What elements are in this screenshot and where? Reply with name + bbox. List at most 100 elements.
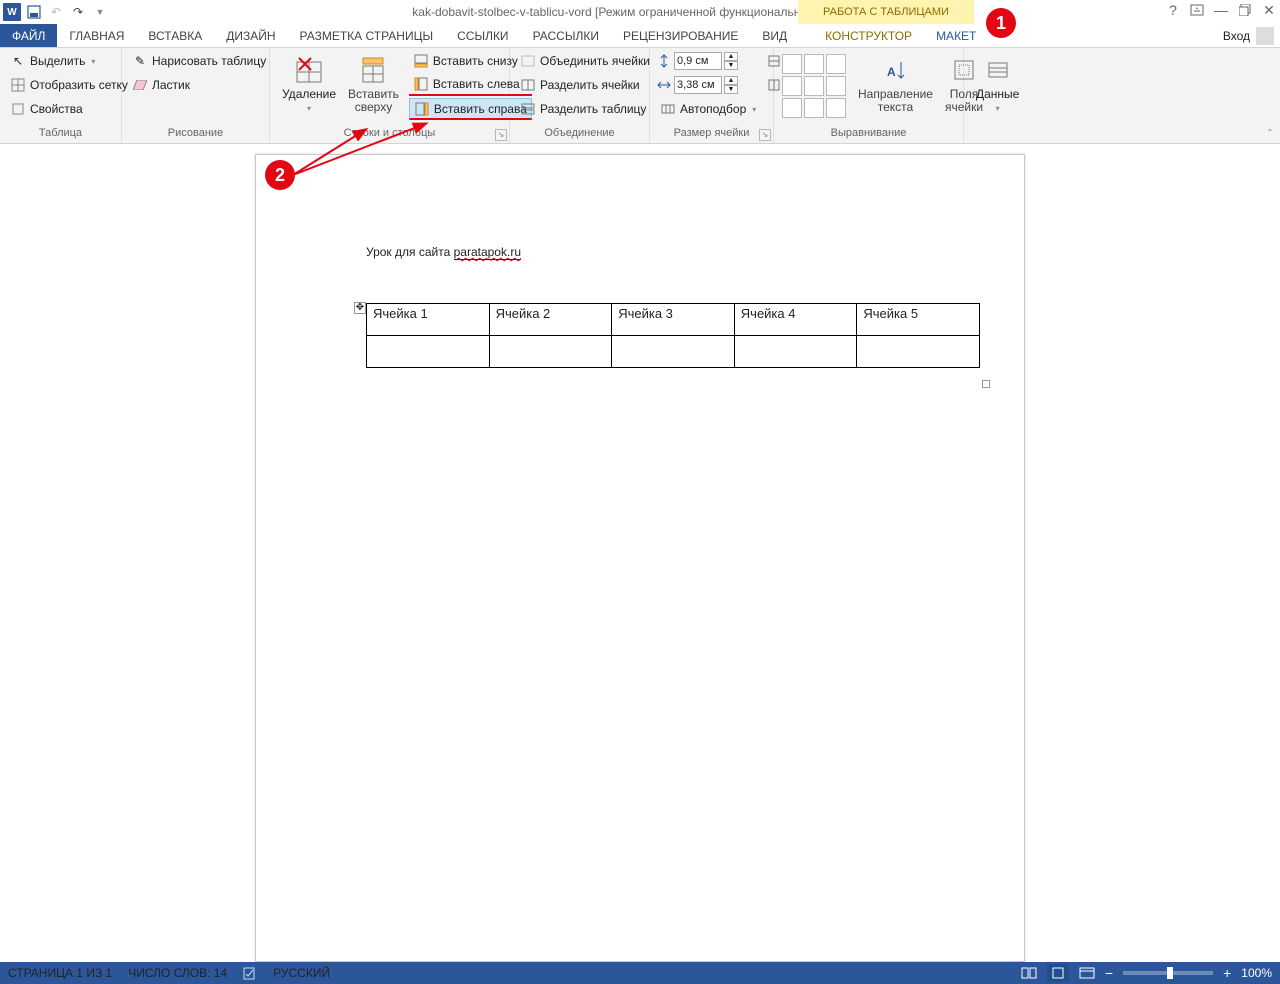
close-icon[interactable]: ✕ bbox=[1260, 2, 1278, 18]
rowscols-launcher[interactable]: ↘ bbox=[495, 129, 507, 141]
annotation-1: 1 bbox=[986, 8, 1016, 38]
tab-view[interactable]: ВИД bbox=[750, 24, 799, 47]
status-words[interactable]: ЧИСЛО СЛОВ: 14 bbox=[128, 966, 227, 980]
text-direction-button[interactable]: A Направление текста bbox=[852, 50, 939, 114]
tab-page-layout[interactable]: РАЗМЕТКА СТРАНИЦЫ bbox=[288, 24, 446, 47]
page[interactable]: Урок для сайта paratapok.ru ✥ Ячейка 1 Я… bbox=[255, 154, 1025, 962]
autofit-button[interactable]: Автоподбор▾ bbox=[656, 98, 760, 120]
collapse-ribbon-icon[interactable]: ˆ bbox=[1268, 127, 1272, 141]
document-view: Урок для сайта paratapok.ru ✥ Ячейка 1 Я… bbox=[0, 144, 1280, 962]
tab-review[interactable]: РЕЦЕНЗИРОВАНИЕ bbox=[611, 24, 750, 47]
tab-design[interactable]: ДИЗАЙН bbox=[214, 24, 287, 47]
tab-references[interactable]: ССЫЛКИ bbox=[445, 24, 520, 47]
zoom-in-icon[interactable]: + bbox=[1223, 965, 1231, 981]
status-proofing-icon[interactable] bbox=[243, 966, 257, 980]
table-row[interactable]: Ячейка 1 Ячейка 2 Ячейка 3 Ячейка 4 Ячей… bbox=[367, 304, 980, 336]
group-rows-cols: Удаление▾ Вставить сверху Вставить снизу… bbox=[270, 48, 510, 143]
table-resize-handle[interactable] bbox=[982, 380, 990, 388]
title-bar: W ↶ ↷ ▼ kak-dobavit-stolbec-v-tablicu-vo… bbox=[0, 0, 1280, 24]
quick-access-toolbar: W ↶ ↷ ▼ bbox=[0, 2, 110, 22]
table-cell[interactable] bbox=[734, 336, 857, 368]
group-table: ↖Выделить▾ Отобразить сетку Свойства Таб… bbox=[0, 48, 122, 143]
pencil-icon: ✎ bbox=[132, 53, 148, 69]
table-cell[interactable] bbox=[489, 336, 612, 368]
heading-link: paratapok.ru bbox=[454, 245, 521, 260]
table-cell[interactable]: Ячейка 3 bbox=[612, 304, 735, 336]
group-label-cellsize: Размер ячейки bbox=[656, 127, 767, 143]
status-language[interactable]: РУССКИЙ bbox=[273, 966, 330, 980]
tab-maket[interactable]: МАКЕТ bbox=[924, 24, 988, 47]
split-table-icon bbox=[520, 101, 536, 117]
group-label-draw: Рисование bbox=[128, 127, 263, 143]
table-tools-label: РАБОТА С ТАБЛИЦАМИ bbox=[798, 0, 974, 24]
avatar-icon bbox=[1256, 27, 1274, 45]
text-direction-icon: A bbox=[879, 54, 911, 86]
data-button[interactable]: Данные▾ bbox=[970, 50, 1025, 115]
table-move-handle[interactable]: ✥ bbox=[354, 302, 366, 314]
data-icon bbox=[982, 54, 1014, 86]
status-page[interactable]: СТРАНИЦА 1 ИЗ 1 bbox=[8, 966, 112, 980]
group-data: Данные▾ bbox=[964, 48, 1020, 143]
table-cell[interactable]: Ячейка 1 bbox=[367, 304, 490, 336]
row-height-input[interactable]: ▲▼ bbox=[656, 50, 760, 72]
page-heading: Урок для сайта paratapok.ru bbox=[366, 235, 914, 263]
minimize-icon[interactable]: — bbox=[1212, 2, 1230, 18]
tab-konstruktor[interactable]: КОНСТРУКТОР bbox=[813, 24, 924, 47]
merge-cells-button: Объединить ячейки bbox=[516, 50, 654, 72]
redo-icon[interactable]: ↷ bbox=[68, 2, 88, 22]
properties-button[interactable]: Свойства bbox=[6, 98, 132, 120]
group-label-rowscols: Строки и столбцы bbox=[276, 127, 503, 143]
view-print-icon[interactable] bbox=[1047, 964, 1069, 982]
autofit-icon bbox=[660, 101, 676, 117]
ribbon-options-icon[interactable] bbox=[1188, 2, 1206, 18]
insert-below-icon bbox=[413, 53, 429, 69]
split-table-button[interactable]: Разделить таблицу bbox=[516, 98, 654, 120]
group-label-table: Таблица bbox=[6, 127, 115, 143]
zoom-out-icon[interactable]: − bbox=[1105, 965, 1113, 981]
cellsize-launcher[interactable]: ↘ bbox=[759, 129, 771, 141]
col-width-field[interactable] bbox=[674, 76, 722, 94]
sign-in[interactable]: Вход bbox=[1223, 24, 1274, 48]
qat-dropdown-icon[interactable]: ▼ bbox=[90, 2, 110, 22]
window-controls: ? — ✕ bbox=[1164, 2, 1278, 18]
document-table[interactable]: Ячейка 1 Ячейка 2 Ячейка 3 Ячейка 4 Ячей… bbox=[366, 303, 980, 368]
tab-home[interactable]: ГЛАВНАЯ bbox=[57, 24, 136, 47]
table-row[interactable] bbox=[367, 336, 980, 368]
tab-insert[interactable]: ВСТАВКА bbox=[136, 24, 214, 47]
table-cell[interactable] bbox=[367, 336, 490, 368]
help-icon[interactable]: ? bbox=[1164, 2, 1182, 18]
row-height-field[interactable] bbox=[674, 52, 722, 70]
view-web-icon[interactable] bbox=[1079, 966, 1095, 980]
zoom-slider[interactable] bbox=[1123, 971, 1213, 975]
view-read-icon[interactable] bbox=[1021, 966, 1037, 980]
select-button[interactable]: ↖Выделить▾ bbox=[6, 50, 132, 72]
height-spinner[interactable]: ▲▼ bbox=[724, 52, 738, 70]
insert-above-button[interactable]: Вставить сверху bbox=[342, 50, 405, 114]
sign-in-label: Вход bbox=[1223, 29, 1250, 43]
table-cell[interactable] bbox=[612, 336, 735, 368]
undo-icon[interactable]: ↶ bbox=[46, 2, 66, 22]
cursor-icon: ↖ bbox=[10, 53, 26, 69]
tab-mailings[interactable]: РАССЫЛКИ bbox=[521, 24, 611, 47]
delete-button[interactable]: Удаление▾ bbox=[276, 50, 342, 115]
split-cells-button[interactable]: Разделить ячейки bbox=[516, 74, 654, 96]
eraser-button[interactable]: Ластик bbox=[128, 74, 270, 96]
tab-file[interactable]: ФАЙЛ bbox=[0, 24, 57, 47]
alignment-grid[interactable] bbox=[782, 54, 846, 118]
width-spinner[interactable]: ▲▼ bbox=[724, 76, 738, 94]
group-label-merge: Объединение bbox=[516, 127, 643, 143]
table-cell[interactable]: Ячейка 5 bbox=[857, 304, 980, 336]
table-cell[interactable]: Ячейка 2 bbox=[489, 304, 612, 336]
restore-icon[interactable] bbox=[1236, 2, 1254, 18]
group-label-alignment: Выравнивание bbox=[780, 127, 957, 143]
table-cell[interactable]: Ячейка 4 bbox=[734, 304, 857, 336]
gridlines-button[interactable]: Отобразить сетку bbox=[6, 74, 132, 96]
zoom-level[interactable]: 100% bbox=[1241, 966, 1272, 980]
save-icon[interactable] bbox=[24, 2, 44, 22]
col-width-input[interactable]: ▲▼ bbox=[656, 74, 760, 96]
document-title: kak-dobavit-stolbec-v-tablicu-vord [Режи… bbox=[0, 5, 1280, 19]
ribbon: ↖Выделить▾ Отобразить сетку Свойства Таб… bbox=[0, 48, 1280, 144]
split-cells-icon bbox=[520, 77, 536, 93]
draw-table-button[interactable]: ✎Нарисовать таблицу bbox=[128, 50, 270, 72]
table-cell[interactable] bbox=[857, 336, 980, 368]
